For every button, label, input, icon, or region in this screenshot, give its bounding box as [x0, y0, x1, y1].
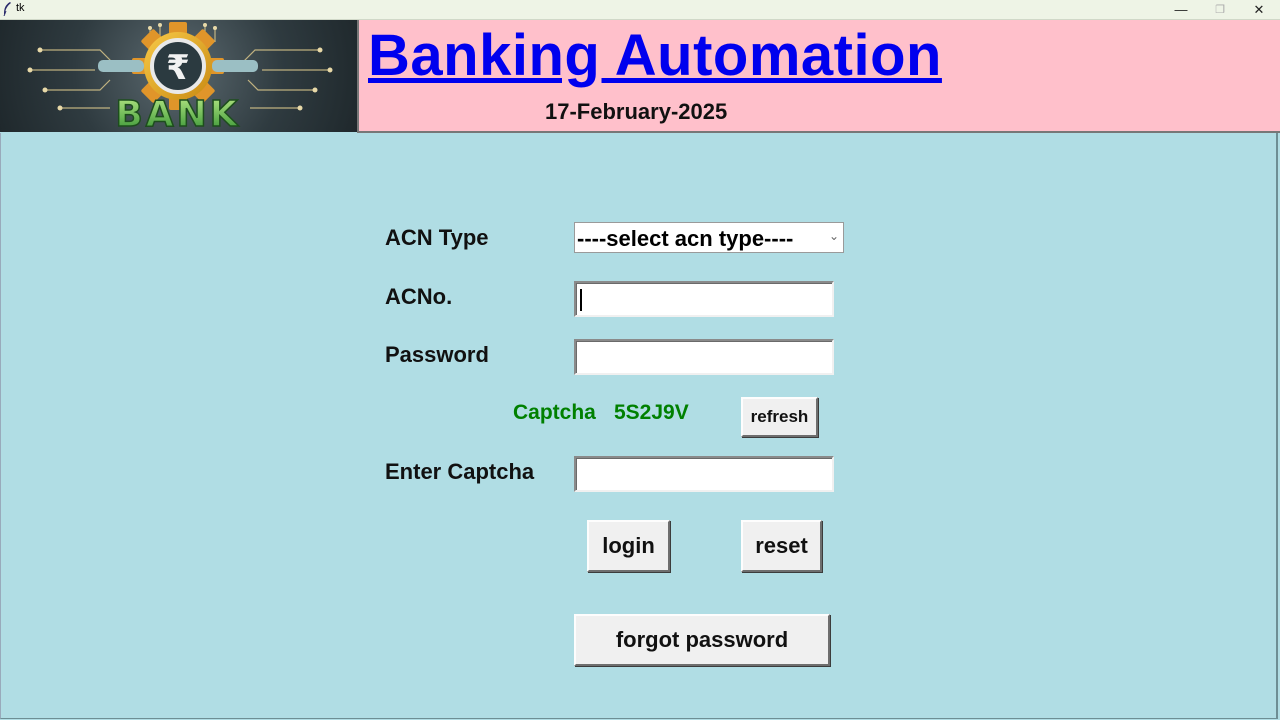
- bank-logo: ₹ BANK: [0, 20, 357, 132]
- header-banner: Banking Automation 17-February-2025: [357, 20, 1280, 133]
- acn-type-selected-value: ----select acn type----: [577, 226, 794, 251]
- app-title: Banking Automation: [368, 23, 942, 88]
- forgot-password-button[interactable]: forgot password: [574, 614, 830, 666]
- enter-captcha-label: Enter Captcha: [385, 459, 535, 484]
- captcha-code: 5S2J9V: [614, 401, 689, 424]
- acn-no-label: ACNo.: [385, 284, 453, 309]
- chevron-down-icon: ⌄: [828, 229, 839, 243]
- rupee-icon: ₹: [166, 48, 190, 88]
- close-button[interactable]: ✕: [1239, 0, 1279, 19]
- reset-button[interactable]: reset: [741, 520, 822, 572]
- captcha-input[interactable]: [574, 456, 834, 492]
- refresh-captcha-button[interactable]: refresh: [741, 397, 818, 437]
- captcha-label: Captcha: [513, 401, 596, 424]
- acn-type-select[interactable]: ----select acn type---- ⌄: [574, 222, 844, 253]
- password-input[interactable]: [574, 339, 834, 375]
- logo-text: BANK: [115, 94, 240, 132]
- window-titlebar: tk — ❐ ✕: [0, 0, 1280, 20]
- current-date: 17-February-2025: [545, 99, 728, 124]
- bank-logo-graphic: ₹ BANK: [27, 22, 333, 132]
- acn-type-label: ACN Type: [385, 225, 489, 250]
- feather-icon: [3, 2, 11, 16]
- maximize-button[interactable]: ❐: [1200, 0, 1240, 19]
- maximize-icon: ❐: [1215, 4, 1225, 16]
- password-label: Password: [385, 342, 489, 367]
- acn-no-input[interactable]: [574, 281, 834, 317]
- text-cursor: [580, 289, 582, 311]
- minimize-icon: —: [1174, 2, 1188, 17]
- minimize-button[interactable]: —: [1161, 0, 1201, 19]
- window-title: tk: [16, 2, 25, 14]
- close-icon: ✕: [1253, 1, 1265, 17]
- login-button[interactable]: login: [587, 520, 670, 572]
